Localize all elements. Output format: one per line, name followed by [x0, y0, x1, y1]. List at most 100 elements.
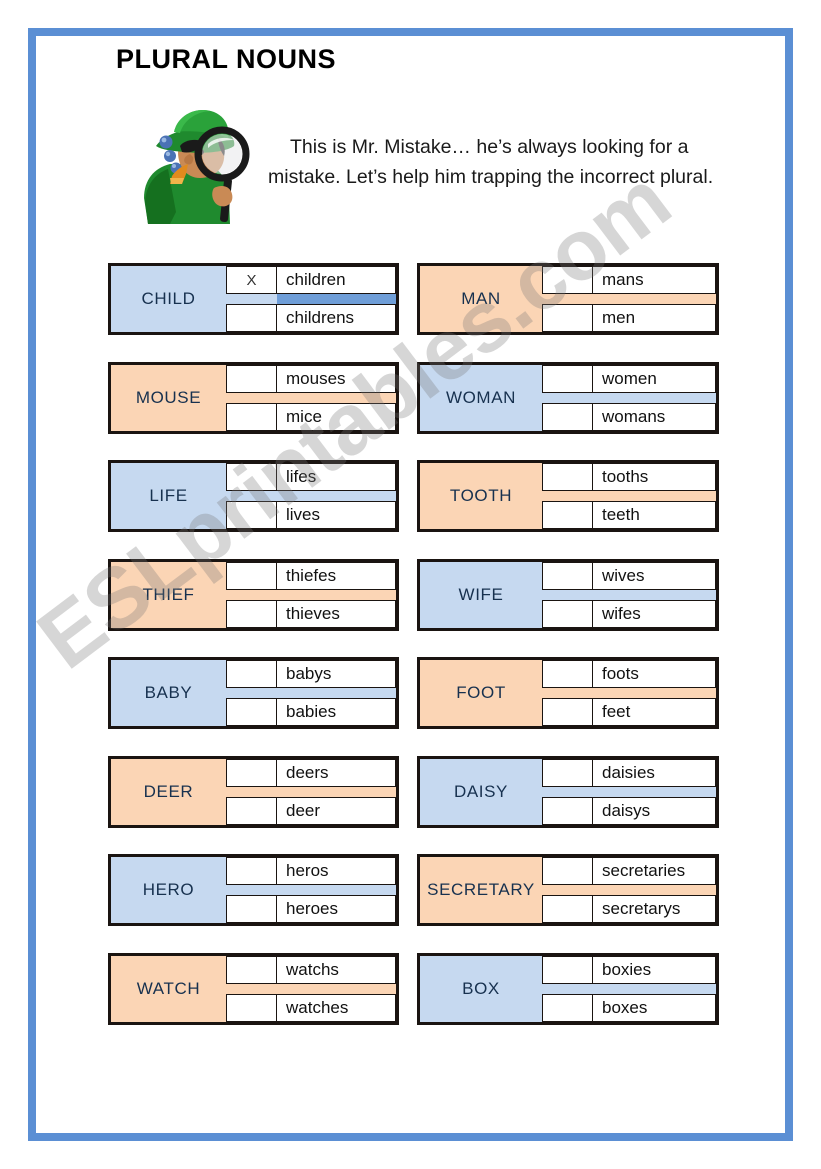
plural-option-top: boxies: [542, 955, 716, 984]
answer-checkbox[interactable]: [542, 599, 593, 628]
exercise-row-pair: CHILD Xchildren childrens MAN mans men: [0, 263, 821, 362]
answer-checkbox[interactable]: [542, 758, 593, 787]
plural-option-bottom: wifes: [542, 599, 716, 628]
answer-checkbox[interactable]: [226, 857, 277, 885]
plural-word-label: secretarys: [593, 895, 716, 923]
noun-card-inner: WIFE wives wifes: [420, 561, 716, 628]
plural-option-top: mouses: [226, 364, 396, 393]
detective-illustration: [130, 102, 250, 224]
noun-card-life: LIFE lifes lives: [108, 460, 399, 532]
answer-checkbox[interactable]: [226, 796, 277, 825]
noun-card-woman: WOMAN women womans: [417, 361, 719, 434]
singular-noun-label: CHILD: [111, 266, 226, 332]
plural-option-top: lifes: [226, 463, 396, 491]
answer-checkbox[interactable]: [226, 561, 277, 590]
answer-checkbox[interactable]: [542, 698, 593, 726]
plural-word-label: daisys: [593, 796, 716, 825]
answer-checkbox[interactable]: [542, 993, 593, 1022]
plural-word-label: deer: [277, 796, 396, 825]
plural-word-label: watches: [277, 993, 396, 1022]
noun-card-inner: MOUSE mouses mice: [111, 364, 396, 431]
plural-word-label: men: [593, 304, 716, 332]
answer-checkbox[interactable]: X: [226, 266, 277, 294]
plural-option-top: women: [542, 364, 716, 393]
noun-card-mouse: MOUSE mouses mice: [108, 361, 399, 434]
plural-word-label: mouses: [277, 364, 396, 393]
plural-word-label: mice: [277, 402, 396, 431]
answer-checkbox[interactable]: [542, 660, 593, 688]
answer-checkbox[interactable]: [226, 895, 277, 923]
singular-noun-label: WIFE: [420, 561, 542, 628]
plural-option-bottom: womans: [542, 402, 716, 431]
plural-word-label: babies: [277, 698, 396, 726]
plural-option-top: watchs: [226, 955, 396, 984]
plural-word-label: thieves: [277, 599, 396, 628]
intro-block: This is Mr. Mistake… he’s always looking…: [116, 100, 726, 230]
plural-word-label: babys: [277, 660, 396, 688]
plural-option-bottom: babies: [226, 698, 396, 726]
plural-word-label: foots: [593, 660, 716, 688]
plural-option-bottom: heroes: [226, 895, 396, 923]
exercise-row-pair: MOUSE mouses mice WOMAN women womans: [0, 361, 821, 461]
plural-word-label: daisies: [593, 758, 716, 787]
singular-noun-label: MAN: [420, 266, 542, 332]
answer-checkbox[interactable]: [226, 501, 277, 529]
plural-word-label: tooths: [593, 463, 716, 491]
intro-paragraph: This is Mr. Mistake… he’s always looking…: [268, 136, 714, 188]
noun-card-watch: WATCH watchs watches: [108, 952, 399, 1025]
exercise-row-pair: WATCH watchs watches BOX boxies boxes: [0, 952, 821, 1052]
answer-checkbox[interactable]: [542, 266, 593, 294]
plural-word-label: teeth: [593, 501, 716, 529]
answer-checkbox[interactable]: [226, 364, 277, 393]
plural-option-bottom: men: [542, 304, 716, 332]
noun-card-inner: SECRETARY secretaries secretarys: [420, 857, 716, 923]
answer-checkbox[interactable]: [226, 758, 277, 787]
answer-checkbox[interactable]: [226, 955, 277, 984]
plural-word-label: boxies: [593, 955, 716, 984]
answer-checkbox[interactable]: [542, 463, 593, 491]
plural-option-top: thiefes: [226, 561, 396, 590]
plural-option-bottom: secretarys: [542, 895, 716, 923]
page-title: PLURAL NOUNS: [116, 44, 337, 74]
answer-checkbox[interactable]: [226, 993, 277, 1022]
noun-card-man: MAN mans men: [417, 263, 719, 335]
plural-word-label: secretaries: [593, 857, 716, 885]
answer-checkbox[interactable]: [226, 660, 277, 688]
answer-checkbox[interactable]: [542, 304, 593, 332]
noun-card-child: CHILD Xchildren childrens: [108, 263, 399, 335]
answer-checkbox[interactable]: [542, 955, 593, 984]
plural-option-top: daisies: [542, 758, 716, 787]
plural-option-bottom: childrens: [226, 304, 396, 332]
plural-option-bottom: teeth: [542, 501, 716, 529]
plural-word-label: women: [593, 364, 716, 393]
plural-word-label: feet: [593, 698, 716, 726]
noun-card-hero: HERO heros heroes: [108, 854, 399, 926]
plural-word-label: deers: [277, 758, 396, 787]
noun-card-baby: BABY babys babies: [108, 657, 399, 729]
exercise-grid: CHILD Xchildren childrens MAN mans men MOUSE mo…: [0, 263, 821, 1051]
answer-checkbox[interactable]: [226, 599, 277, 628]
answer-checkbox[interactable]: [226, 304, 277, 332]
answer-checkbox[interactable]: [542, 857, 593, 885]
detective-icon: [144, 110, 250, 224]
singular-noun-label: TOOTH: [420, 463, 542, 529]
answer-checkbox[interactable]: [226, 402, 277, 431]
answer-checkbox[interactable]: [542, 895, 593, 923]
answer-checkbox[interactable]: [226, 698, 277, 726]
noun-card-inner: BOX boxies boxes: [420, 955, 716, 1022]
answer-checkbox[interactable]: [226, 463, 277, 491]
noun-card-inner: TOOTH tooths teeth: [420, 463, 716, 529]
noun-card-inner: LIFE lifes lives: [111, 463, 396, 529]
answer-checkbox[interactable]: [542, 561, 593, 590]
exercise-row-pair: LIFE lifes lives TOOTH tooths teeth: [0, 460, 821, 559]
singular-noun-label: FOOT: [420, 660, 542, 726]
plural-option-top: babys: [226, 660, 396, 688]
plural-option-bottom: deer: [226, 796, 396, 825]
answer-checkbox[interactable]: [542, 364, 593, 393]
noun-card-deer: DEER deers deer: [108, 755, 399, 828]
answer-checkbox[interactable]: [542, 796, 593, 825]
plural-option-top: tooths: [542, 463, 716, 491]
plural-option-bottom: watches: [226, 993, 396, 1022]
answer-checkbox[interactable]: [542, 402, 593, 431]
answer-checkbox[interactable]: [542, 501, 593, 529]
